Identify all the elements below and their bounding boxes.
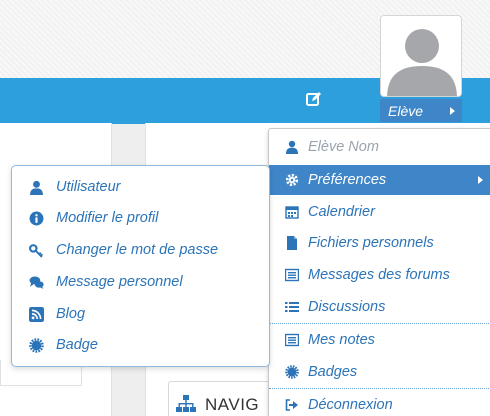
list-icon: [285, 268, 299, 282]
menu-item-label: Mes notes: [308, 332, 375, 348]
caret-right-icon: [478, 176, 483, 184]
submenu-item-messaging[interactable]: Message personnel: [12, 267, 269, 297]
navigation-block-header[interactable]: NAVIG: [168, 381, 278, 416]
submenu-item-badge[interactable]: Badge: [12, 330, 269, 360]
user-icon: [286, 140, 298, 154]
certificate-icon: [285, 365, 299, 379]
user-menu-toggle[interactable]: Elève: [380, 99, 462, 122]
menu-item-grades[interactable]: Mes notes: [269, 325, 490, 355]
menu-item-discussions[interactable]: Discussions: [269, 292, 490, 322]
user-icon: [30, 180, 43, 195]
list-lines-icon: [285, 302, 299, 312]
user-dropdown-menu: Elève Nom Préférences Calendrier Fichier…: [268, 128, 490, 416]
menu-item-logout[interactable]: Déconnexion: [269, 390, 490, 416]
list-icon: [285, 333, 299, 347]
submenu-item-user[interactable]: Utilisateur: [12, 172, 269, 202]
submenu-item-change-password[interactable]: Changer le mot de passe: [12, 235, 269, 265]
menu-item-badges[interactable]: Badges: [269, 357, 490, 387]
submenu-item-label: Modifier le profil: [56, 210, 159, 226]
gear-icon: [285, 173, 299, 187]
sitemap-icon: [176, 395, 196, 412]
user-name-label: Elève: [388, 102, 424, 119]
caret-right-icon: [450, 107, 455, 115]
comments-icon: [29, 276, 44, 289]
submenu-item-edit-profile[interactable]: Modifier le profil: [12, 203, 269, 233]
menu-item-label: Préférences: [308, 172, 387, 188]
submenu-item-label: Blog: [56, 306, 86, 322]
preferences-submenu: Utilisateur Modifier le profil Changer l…: [11, 165, 270, 367]
menu-item-label: Déconnexion: [308, 397, 393, 413]
submenu-item-label: Changer le mot de passe: [56, 242, 219, 258]
rss-icon: [29, 306, 44, 322]
menu-item-label: Discussions: [308, 299, 386, 315]
key-icon: [29, 243, 44, 258]
menu-item-label: Calendrier: [308, 204, 375, 220]
submenu-item-label: Badge: [56, 337, 98, 353]
menu-item-calendar[interactable]: Calendrier: [269, 197, 490, 227]
edit-icon[interactable]: [305, 90, 323, 108]
sign-out-icon: [285, 399, 298, 411]
calendar-icon: [285, 206, 299, 219]
user-silhouette-icon: [381, 16, 461, 96]
user-avatar[interactable]: [380, 15, 462, 97]
menu-item-label: Messages des forums: [308, 267, 450, 283]
submenu-item-label: Utilisateur: [56, 179, 121, 195]
menu-item-label: Badges: [308, 364, 358, 380]
menu-divider: [269, 388, 490, 389]
menu-item-label: Fichiers personnels: [308, 235, 434, 251]
menu-divider: [269, 323, 490, 324]
certificate-icon: [29, 337, 44, 353]
menu-item-label: Elève Nom: [308, 139, 379, 155]
menu-item-private-files[interactable]: Fichiers personnels: [269, 228, 490, 258]
file-icon: [287, 236, 297, 250]
navigation-block-title: NAVIG: [205, 395, 260, 414]
submenu-item-blog[interactable]: Blog: [12, 299, 269, 329]
menu-item-forum-posts[interactable]: Messages des forums: [269, 260, 490, 290]
menu-item-preferences[interactable]: Préférences: [269, 165, 490, 195]
submenu-item-label: Message personnel: [56, 274, 183, 290]
menu-item-user-name: Elève Nom: [269, 132, 490, 162]
info-circle-icon: [29, 211, 44, 225]
